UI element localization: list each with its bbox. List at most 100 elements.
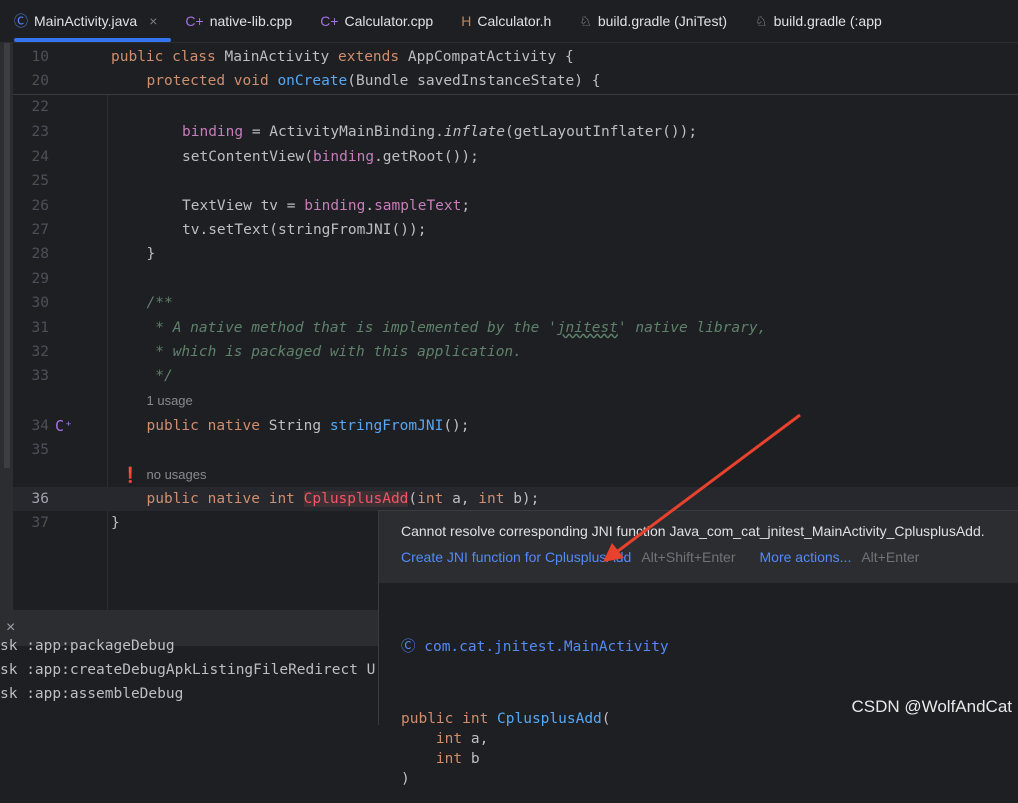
line-number: 26 bbox=[31, 198, 49, 214]
code-line: 26 TextView tv = binding.sampleText; bbox=[13, 194, 1018, 218]
code-token: binding bbox=[304, 198, 366, 214]
cpp-icon: C+ bbox=[320, 13, 339, 29]
line-number: 37 bbox=[31, 515, 49, 531]
code-token: public class bbox=[111, 49, 225, 65]
code-line: 33 */ bbox=[13, 364, 1018, 388]
code-token: MainActivity bbox=[224, 49, 338, 65]
code-line: 34 C⁺ public native String stringFromJNI()… bbox=[13, 414, 1018, 438]
editor-tab-bar: Ⓒ MainActivity.java × C+ native-lib.cpp C+ Cal… bbox=[0, 0, 1018, 43]
param-type: int bbox=[401, 731, 471, 747]
create-jni-function-link[interactable]: Create JNI function for CplusplusAdd bbox=[401, 549, 631, 565]
doc-param: int a, bbox=[401, 729, 996, 749]
code-token: ' native library, bbox=[617, 320, 767, 336]
code-line: 36 public native int CplusplusAdd(int a, … bbox=[13, 487, 1018, 511]
code-token: . bbox=[365, 198, 375, 214]
code-token: (getLayoutInflater()); bbox=[505, 124, 698, 140]
code-token: sampleText bbox=[374, 198, 462, 214]
close-tab-icon[interactable]: × bbox=[149, 13, 157, 29]
code-token: binding bbox=[312, 149, 375, 165]
code-text: TextView tv = binding.sampleText; bbox=[182, 194, 470, 218]
code-text: } bbox=[147, 242, 156, 266]
code-text: setContentView(binding.getRoot()); bbox=[182, 145, 479, 169]
line-number: 33 bbox=[31, 368, 49, 384]
code-text: /** bbox=[147, 291, 173, 315]
code-line: 25 bbox=[13, 169, 1018, 193]
line-number: 36 bbox=[31, 491, 49, 507]
code-token: CplusplusAdd bbox=[303, 491, 409, 507]
code-text: tv.setText(stringFromJNI()); bbox=[182, 218, 426, 242]
console-line: sk :app:packageDebug bbox=[0, 638, 175, 654]
code-token: public native int bbox=[146, 491, 304, 507]
code-token: * A native method that is implemented by… bbox=[146, 320, 557, 336]
code-token: onCreate bbox=[277, 73, 348, 89]
code-token: public native bbox=[146, 418, 269, 434]
code-text: binding = ActivityMainBinding.inflate(ge… bbox=[182, 120, 697, 144]
code-token: int bbox=[417, 491, 453, 507]
more-actions-link[interactable]: More actions... bbox=[760, 549, 852, 565]
code-line: 29 bbox=[13, 267, 1018, 291]
code-token: protected void bbox=[146, 73, 278, 89]
code-line: 23 binding = ActivityMainBinding.inflate(… bbox=[13, 120, 1018, 144]
code-text: */ bbox=[146, 364, 173, 388]
code-token: setContentView( bbox=[182, 149, 313, 165]
code-line: 31 * A native method that is implemented… bbox=[13, 316, 1018, 340]
code-line: 22 bbox=[13, 95, 1018, 119]
tab-build-gradle-jnitest-[interactable]: ♘ build.gradle (JniTest) bbox=[565, 0, 741, 43]
code-token: b); bbox=[513, 491, 540, 507]
code-token: */ bbox=[146, 368, 173, 384]
code-text: public class MainActivity extends AppCom… bbox=[111, 45, 574, 69]
scrollbar-thumb[interactable] bbox=[4, 43, 10, 468]
tab-build-gradle-app[interactable]: ♘ build.gradle (:app bbox=[741, 0, 896, 43]
build-output: sk :app:packageDebug sk :app:createDebugA… bbox=[0, 634, 378, 713]
tab-label: build.gradle (:app bbox=[773, 13, 882, 29]
line-number: 27 bbox=[31, 222, 49, 238]
code-line: 24 setContentView(binding.getRoot()); bbox=[13, 145, 1018, 169]
error-bulb-icon[interactable]: ❗ bbox=[121, 463, 140, 487]
doc-param: int b bbox=[401, 749, 996, 769]
usage-hint[interactable]: 1 usage bbox=[147, 393, 193, 408]
tab-label: Calculator.cpp bbox=[344, 13, 434, 29]
line-number: 23 bbox=[31, 124, 49, 140]
tab-label: MainActivity.java bbox=[34, 13, 138, 29]
inlay-hint-row: 1 usage bbox=[13, 389, 1018, 413]
tab-mainactivity-java[interactable]: Ⓒ MainActivity.java × bbox=[0, 0, 172, 43]
line-number: 30 bbox=[31, 295, 49, 311]
line-number: 22 bbox=[31, 99, 49, 115]
tab-label: native-lib.cpp bbox=[209, 13, 293, 29]
code-token: ( bbox=[408, 491, 418, 507]
cpp-icon: C+ bbox=[185, 13, 204, 29]
code-token: inflate bbox=[443, 124, 506, 140]
code-token: } bbox=[111, 515, 120, 531]
code-token: int bbox=[478, 491, 514, 507]
code-token: TextView tv = bbox=[182, 198, 305, 214]
code-line: 35 bbox=[13, 438, 1018, 462]
code-text: * A native method that is implemented by… bbox=[146, 316, 767, 340]
line-number: 25 bbox=[31, 173, 49, 189]
shortcut-hint: Alt+Shift+Enter bbox=[641, 549, 736, 565]
code-text: } bbox=[111, 511, 120, 535]
code-token: AppCompatActivity { bbox=[407, 49, 574, 65]
inlay-hint-row: ❗ no usages bbox=[13, 463, 1018, 487]
error-message: Cannot resolve corresponding JNI functio… bbox=[401, 523, 985, 539]
doc-class[interactable]: Ⓒ com.cat.jnitest.MainActivity bbox=[401, 637, 996, 657]
header-icon: H bbox=[461, 13, 472, 29]
code-text: public native int CplusplusAdd(int a, in… bbox=[146, 487, 540, 511]
code-token: a, bbox=[452, 491, 479, 507]
line-number: 34 bbox=[31, 418, 49, 434]
tab-native-lib-cpp[interactable]: C+ native-lib.cpp bbox=[171, 0, 306, 43]
code-token: } bbox=[146, 246, 156, 262]
code-text: 1 usage bbox=[147, 389, 193, 413]
inspection-popup: Cannot resolve corresponding JNI functio… bbox=[378, 510, 1018, 787]
line-number: 29 bbox=[31, 271, 49, 287]
usage-hint[interactable]: no usages bbox=[147, 467, 207, 482]
left-scrollbar[interactable] bbox=[0, 43, 13, 610]
code-text: * which is packaged with this applicatio… bbox=[147, 340, 522, 364]
tab-calculator-h[interactable]: H Calculator.h bbox=[447, 0, 565, 43]
line-number: 31 bbox=[31, 320, 49, 336]
line-number: 10 bbox=[31, 49, 49, 65]
gradle-icon: ♘ bbox=[755, 12, 768, 29]
code-text: protected void onCreate(Bundle savedInst… bbox=[147, 69, 601, 93]
tab-calculator-cpp[interactable]: C+ Calculator.cpp bbox=[306, 0, 447, 43]
jni-navigate-icon[interactable]: C⁺ bbox=[55, 414, 73, 438]
code-line: 28} bbox=[13, 242, 1018, 266]
